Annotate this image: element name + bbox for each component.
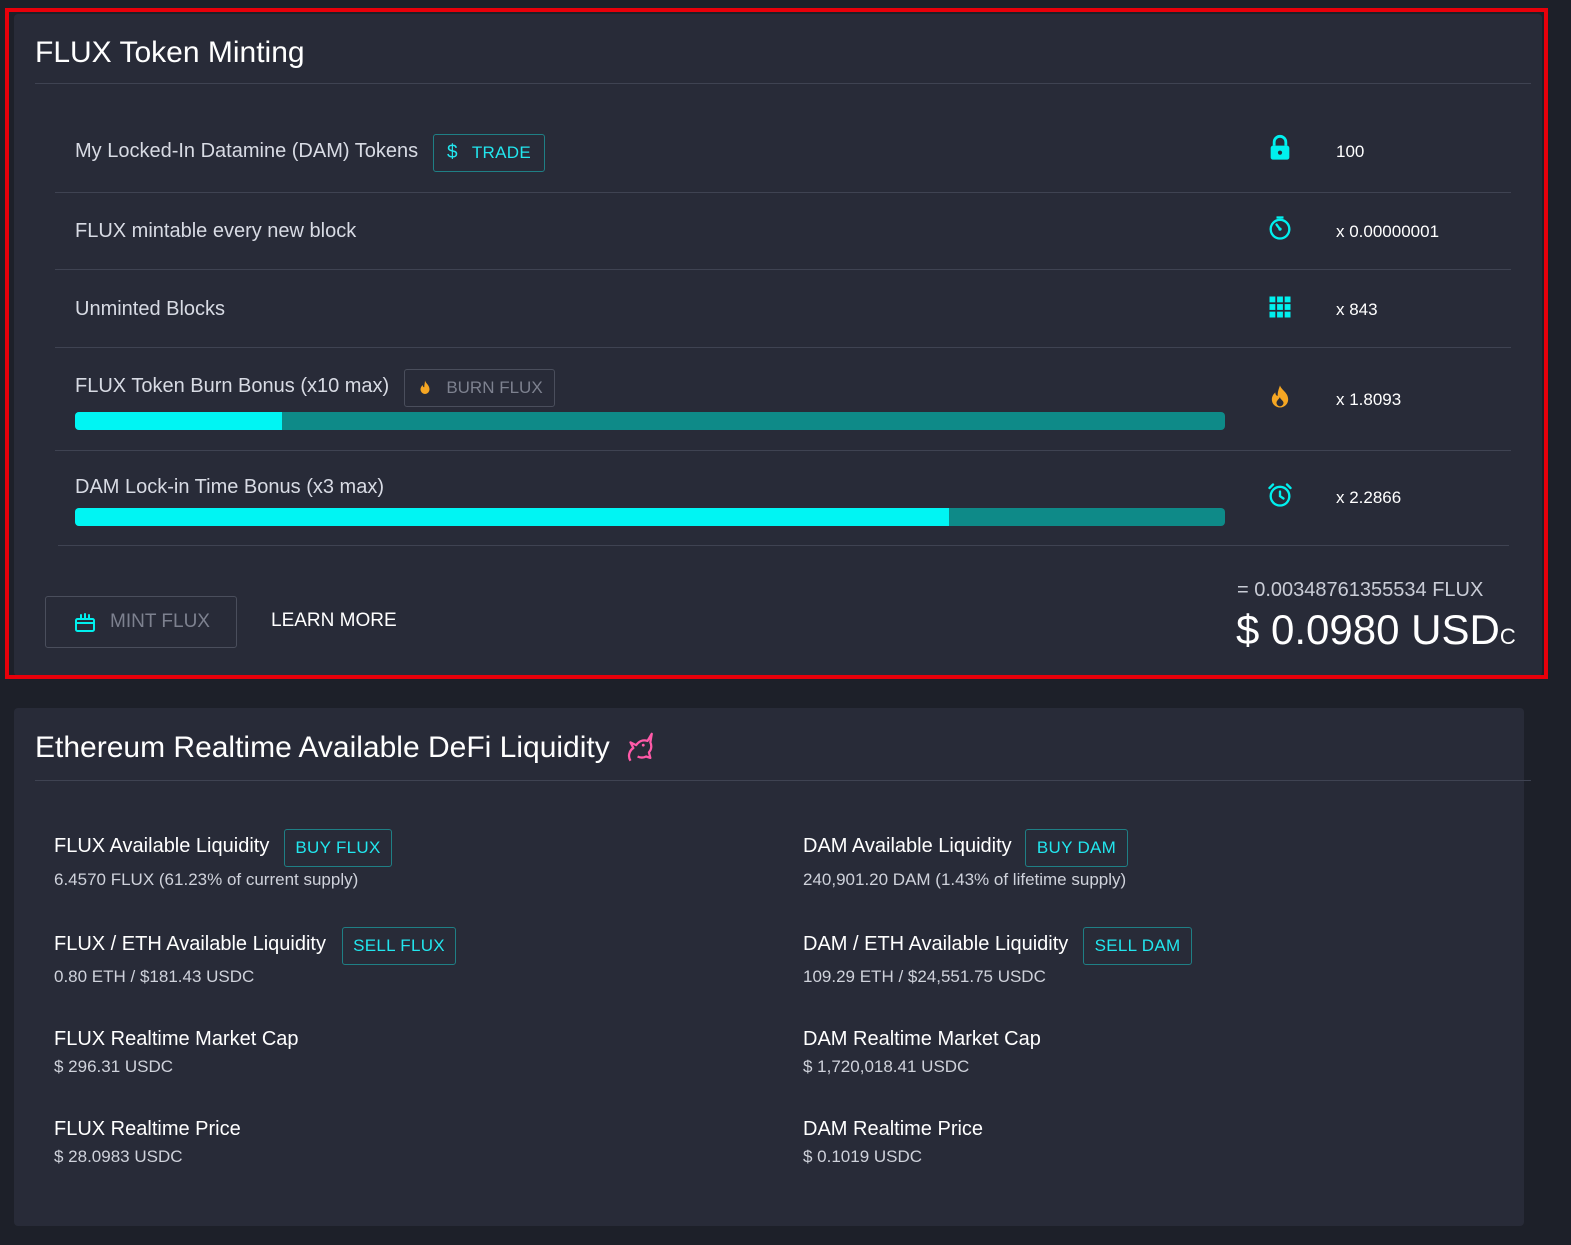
unminted-blocks-value: x 843 (1336, 300, 1378, 319)
mint-flux-button[interactable]: MINT FLUX (45, 596, 237, 648)
lockin-bonus-label: DAM Lock-in Time Bonus (x3 max) (75, 476, 384, 498)
unminted-blocks-label: Unminted Blocks (75, 298, 226, 320)
flux-minting-panel: FLUX Token Minting My Locked-In Datamine… (14, 14, 1542, 676)
lockin-bonus-value: x 2.2866 (1336, 488, 1402, 507)
flux-eth-liquidity-label: FLUX / ETH Available Liquidity (54, 933, 326, 955)
title-divider (35, 83, 1531, 84)
row-divider (58, 545, 1509, 546)
liquidity-title: Ethereum Realtime Available DeFi Liquidi… (35, 730, 656, 766)
unicorn-icon (627, 732, 653, 762)
flame-icon (420, 380, 430, 394)
dollar-icon: $ (447, 142, 458, 163)
flux-price-label: FLUX Realtime Price (54, 1118, 241, 1140)
row-divider (55, 347, 1511, 348)
timer-icon (1269, 216, 1291, 240)
burn-bonus-value: x 1.8093 (1336, 390, 1402, 409)
buy-dam-button[interactable]: BUY DAM (1025, 829, 1128, 867)
dam-eth-liquidity-label: DAM / ETH Available Liquidity (803, 933, 1069, 955)
usd-amount-block: $ 0.0980 USDC (1236, 606, 1516, 654)
defi-liquidity-panel: Ethereum Realtime Available DeFi Liquidi… (14, 708, 1531, 1226)
flux-market-cap-value: $ 296.31 USDC (54, 1057, 174, 1076)
row-divider (55, 269, 1511, 270)
title-divider (35, 780, 1531, 781)
minting-title: FLUX Token Minting (35, 36, 305, 69)
sell-flux-button[interactable]: SELL FLUX (342, 927, 456, 965)
trade-button[interactable]: $ TRADE (433, 134, 545, 172)
row-divider (55, 192, 1511, 193)
flux-amount: = 0.00348761355534 FLUX (1237, 579, 1484, 601)
flux-market-cap-label: FLUX Realtime Market Cap (54, 1028, 299, 1050)
flux-available-liquidity-value: 6.4570 FLUX (61.23% of current supply) (54, 870, 359, 889)
gift-icon (75, 613, 96, 632)
lockin-bonus-progress (75, 508, 1225, 526)
flux-available-liquidity-label: FLUX Available Liquidity (54, 835, 270, 857)
dam-available-liquidity-label: DAM Available Liquidity (803, 835, 1012, 857)
flame-icon (1271, 385, 1289, 408)
dam-price-label: DAM Realtime Price (803, 1118, 984, 1140)
locked-tokens-label: My Locked-In Datamine (DAM) Tokens (75, 140, 419, 162)
dam-market-cap-label: DAM Realtime Market Cap (803, 1028, 1041, 1050)
lock-icon (1270, 134, 1290, 160)
usd-amount: $ 0.0980 USD (1236, 606, 1500, 653)
flux-eth-liquidity-value: 0.80 ETH / $181.43 USDC (54, 967, 255, 986)
row-divider (55, 450, 1511, 451)
mintable-label: FLUX mintable every new block (75, 220, 357, 242)
mintable-value: x 0.00000001 (1336, 222, 1440, 241)
dam-market-cap-value: $ 1,720,018.41 USDC (803, 1057, 970, 1076)
usd-suffix: C (1499, 624, 1516, 649)
dam-price-value: $ 0.1019 USDC (803, 1147, 923, 1166)
burn-bonus-progress (75, 412, 1225, 430)
lockin-bonus-progress-fill (75, 508, 949, 526)
learn-more-link[interactable]: LEARN MORE (271, 610, 397, 632)
flux-price-value: $ 28.0983 USDC (54, 1147, 183, 1166)
grid-icon (1269, 296, 1291, 318)
burn-bonus-progress-fill (75, 412, 282, 430)
burn-bonus-label: FLUX Token Burn Bonus (x10 max) (75, 375, 390, 397)
alarm-clock-icon (1268, 483, 1292, 507)
dam-eth-liquidity-value: 109.29 ETH / $24,551.75 USDC (803, 967, 1046, 986)
buy-flux-button[interactable]: BUY FLUX (284, 829, 392, 867)
locked-tokens-value: 100 (1336, 142, 1365, 161)
sell-dam-button[interactable]: SELL DAM (1083, 927, 1192, 965)
dam-available-liquidity-value: 240,901.20 DAM (1.43% of lifetime supply… (803, 870, 1127, 889)
burn-flux-button[interactable]: BURN FLUX (404, 369, 555, 407)
